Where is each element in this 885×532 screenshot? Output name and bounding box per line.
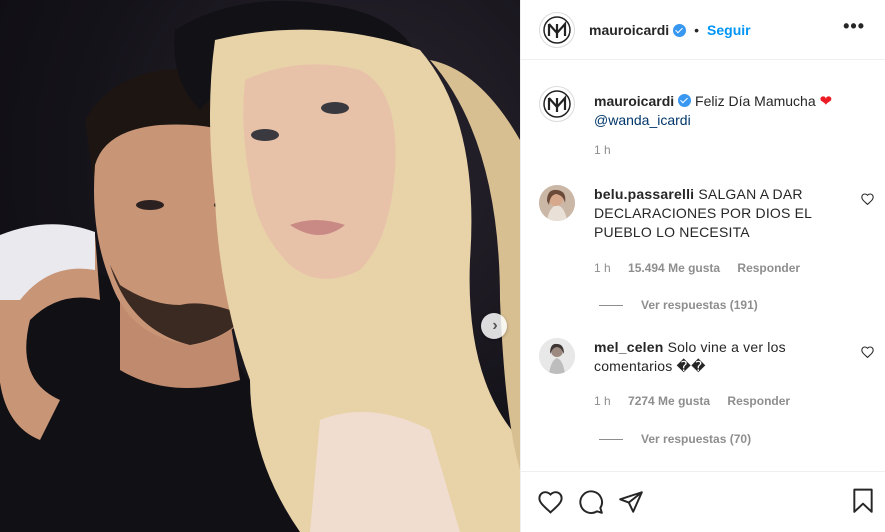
caption-username[interactable]: mauroicardi: [594, 93, 674, 109]
caption-text: mauroicardi Feliz Día Mamucha ❤ @wanda_i…: [594, 92, 864, 130]
heart-outline-icon[interactable]: [861, 193, 874, 205]
verified-badge-icon: [678, 94, 692, 107]
verified-badge-icon: [673, 24, 687, 37]
reply-button[interactable]: Responder: [727, 394, 790, 408]
avatar[interactable]: [539, 338, 575, 374]
post-header: mauroicardi • Seguir •••: [521, 0, 885, 60]
avatar-image: [539, 338, 575, 374]
paper-plane-icon: [619, 491, 643, 513]
heart-outline-icon: [538, 491, 563, 514]
next-photo-button[interactable]: ›: [481, 313, 507, 339]
comment-meta: 1 h 7274 Me gusta Responder: [594, 394, 804, 408]
post-photo[interactable]: ›: [0, 0, 520, 532]
like-button[interactable]: [537, 490, 564, 514]
comment-time[interactable]: 1 h: [594, 261, 611, 275]
mention-link[interactable]: @wanda_icardi: [594, 112, 691, 128]
comment-bubble-icon: [579, 490, 603, 514]
comment-meta: 1 h 15.494 Me gusta Responder: [594, 261, 814, 275]
share-button[interactable]: [618, 490, 644, 514]
heart-outline-icon[interactable]: [861, 346, 874, 358]
avatar[interactable]: [539, 185, 575, 221]
heart-emoji: ❤: [819, 93, 833, 110]
post-side-panel: mauroicardi • Seguir ••• mauroicardi Fel…: [520, 0, 885, 532]
comment-username[interactable]: mel_celen: [594, 339, 664, 355]
action-bar: [521, 471, 885, 532]
comment-text: mel_celen Solo vine a ver los comentario…: [594, 338, 829, 376]
comment-button[interactable]: [578, 489, 604, 515]
avatar-image: [539, 185, 575, 221]
replies-divider: [599, 438, 623, 440]
comment-likes[interactable]: 15.494 Me gusta: [628, 261, 720, 275]
comment-likes[interactable]: 7274 Me gusta: [628, 394, 710, 408]
header-username[interactable]: mauroicardi: [589, 22, 669, 38]
view-replies-button[interactable]: Ver respuestas (70): [599, 432, 751, 446]
replies-divider: [599, 304, 623, 306]
comments-list[interactable]: mauroicardi Feliz Día Mamucha ❤ @wanda_i…: [521, 61, 885, 471]
chevron-right-icon: ›: [492, 317, 498, 334]
reply-button[interactable]: Responder: [737, 261, 800, 275]
view-replies-label: Ver respuestas (191): [641, 298, 758, 312]
view-replies-label: Ver respuestas (70): [641, 432, 752, 446]
comment-time[interactable]: 1 h: [594, 394, 611, 408]
photo-illustration: [0, 0, 520, 532]
comment-username[interactable]: belu.passarelli: [594, 186, 694, 202]
instagram-post: › mauroicardi • Seguir ••• mauroicardi F…: [0, 0, 885, 532]
avatar[interactable]: [539, 86, 575, 122]
bookmark-icon: [853, 488, 873, 513]
caption-body: Feliz Día Mamucha: [695, 93, 816, 109]
more-options-icon[interactable]: •••: [843, 16, 865, 37]
caption-time[interactable]: 1 h: [594, 143, 611, 157]
comment-text: belu.passarelli SALGAN A DAR DECLARACION…: [594, 185, 829, 242]
view-replies-button[interactable]: Ver respuestas (191): [599, 298, 758, 312]
mi-logo-icon: [543, 15, 571, 44]
avatar[interactable]: [539, 11, 575, 48]
separator-dot: •: [694, 21, 700, 38]
mi-logo-icon: [543, 90, 571, 118]
follow-button[interactable]: Seguir: [707, 22, 751, 38]
save-button[interactable]: [852, 488, 874, 517]
